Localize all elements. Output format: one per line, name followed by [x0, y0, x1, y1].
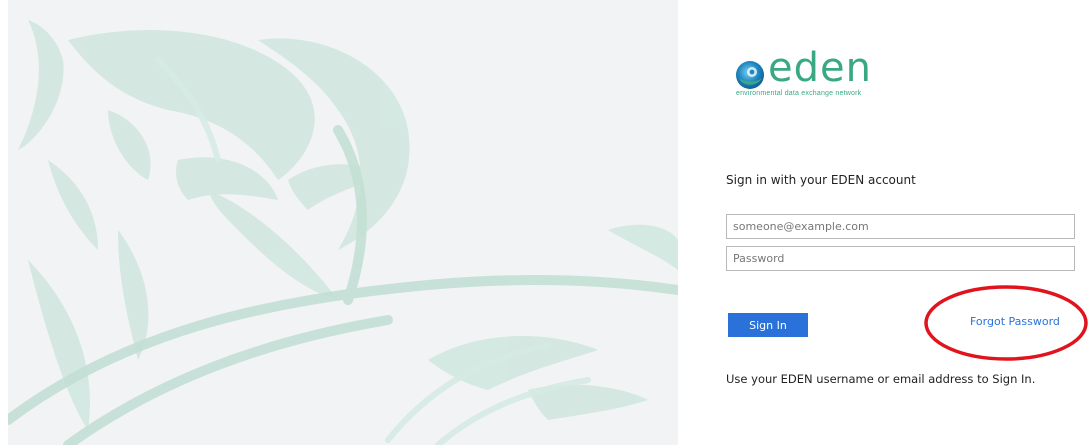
sign-in-button[interactable]: Sign In — [728, 313, 808, 337]
forgot-password-link[interactable]: Forgot Password — [970, 315, 1060, 328]
brand-name: eden — [768, 45, 872, 91]
password-input[interactable] — [726, 246, 1075, 271]
brand-tagline: environmental data exchange network — [736, 90, 862, 97]
decorative-illustration — [8, 0, 678, 445]
eden-logo: eden environmental data exchange network — [734, 45, 934, 100]
signin-panel: eden environmental data exchange network… — [678, 0, 1088, 445]
plant-illustration — [8, 20, 678, 445]
eden-logo-icon — [736, 61, 764, 89]
signin-hint: Use your EDEN username or email address … — [726, 372, 1036, 386]
signin-heading: Sign in with your EDEN account — [726, 173, 916, 187]
signin-page: eden environmental data exchange network… — [0, 0, 1088, 445]
email-input[interactable] — [726, 214, 1075, 239]
